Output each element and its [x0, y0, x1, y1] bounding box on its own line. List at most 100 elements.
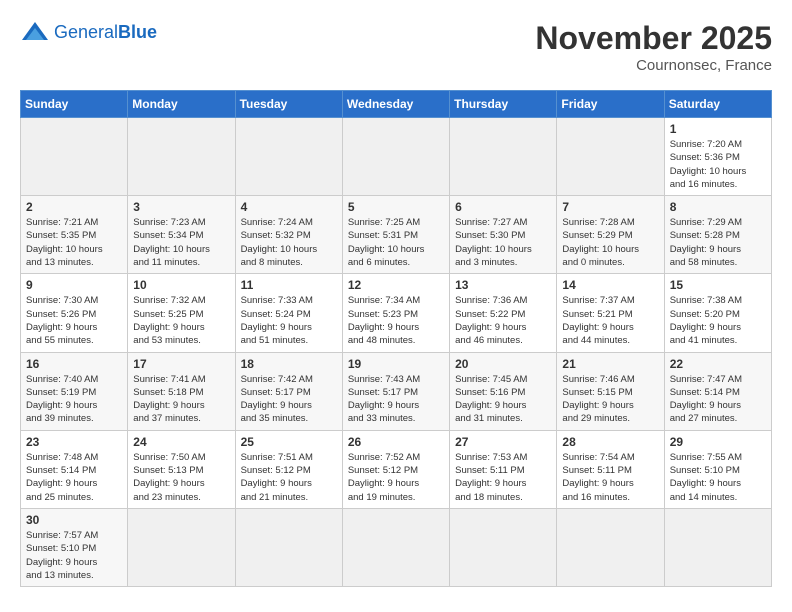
day-info: Sunrise: 7:41 AM Sunset: 5:18 PM Dayligh…: [133, 373, 229, 426]
day-number: 21: [562, 357, 658, 371]
day-number: 7: [562, 200, 658, 214]
logo: GeneralBlue: [20, 20, 157, 44]
day-number: 29: [670, 435, 766, 449]
calendar-week-row: 1 Sunrise: 7:20 AM Sunset: 5:36 PM Daylig…: [21, 118, 772, 196]
calendar-day-cell: 14Sunrise: 7:37 AM Sunset: 5:21 PM Dayli…: [557, 274, 664, 352]
calendar-day-cell: 1 Sunrise: 7:20 AM Sunset: 5:36 PM Daylig…: [664, 118, 771, 196]
calendar-day-cell: [342, 508, 449, 586]
day-info: Sunrise: 7:53 AM Sunset: 5:11 PM Dayligh…: [455, 451, 551, 504]
calendar-day-cell: [450, 508, 557, 586]
day-of-week-header: Tuesday: [235, 91, 342, 118]
calendar-day-cell: 17 Sunrise: 7:41 AM Sunset: 5:18 PM Dayli…: [128, 352, 235, 430]
day-info: Sunrise: 7:54 AM Sunset: 5:11 PM Dayligh…: [562, 451, 658, 504]
day-info: Sunrise: 7:43 AM Sunset: 5:17 PM Dayligh…: [348, 373, 444, 426]
day-info: Sunrise: 7:37 AM Sunset: 5:21 PM Dayligh…: [562, 294, 658, 347]
calendar-day-cell: 23 Sunrise: 7:48 AM Sunset: 5:14 PM Dayli…: [21, 430, 128, 508]
day-info: Sunrise: 7:50 AM Sunset: 5:13 PM Dayligh…: [133, 451, 229, 504]
day-info: Sunrise: 7:36 AM Sunset: 5:22 PM Dayligh…: [455, 294, 551, 347]
day-number: 11: [241, 278, 337, 292]
day-info: Sunrise: 7:20 AM Sunset: 5:36 PM Dayligh…: [670, 138, 766, 191]
day-info: Sunrise: 7:21 AM Sunset: 5:35 PM Dayligh…: [26, 216, 122, 269]
calendar-day-cell: 20Sunrise: 7:45 AM Sunset: 5:16 PM Dayli…: [450, 352, 557, 430]
calendar-day-cell: 21 Sunrise: 7:46 AM Sunset: 5:15 PM Dayli…: [557, 352, 664, 430]
title-block: November 2025 Cournonsec, France: [535, 20, 772, 74]
day-of-week-header: Saturday: [664, 91, 771, 118]
calendar-day-cell: 18Sunrise: 7:42 AM Sunset: 5:17 PM Dayli…: [235, 352, 342, 430]
calendar-day-cell: 26 Sunrise: 7:52 AM Sunset: 5:12 PM Dayli…: [342, 430, 449, 508]
calendar-day-cell: 16 Sunrise: 7:40 AM Sunset: 5:19 PM Dayli…: [21, 352, 128, 430]
day-number: 17: [133, 357, 229, 371]
calendar-week-row: 2 Sunrise: 7:21 AM Sunset: 5:35 PM Daylig…: [21, 196, 772, 274]
day-number: 20: [455, 357, 551, 371]
day-info: Sunrise: 7:48 AM Sunset: 5:14 PM Dayligh…: [26, 451, 122, 504]
day-number: 27: [455, 435, 551, 449]
day-number: 12: [348, 278, 444, 292]
calendar-week-row: 23 Sunrise: 7:48 AM Sunset: 5:14 PM Dayli…: [21, 430, 772, 508]
page-header: GeneralBlue November 2025 Cournonsec, Fr…: [20, 20, 772, 74]
calendar-day-cell: 28 Sunrise: 7:54 AM Sunset: 5:11 PM Dayli…: [557, 430, 664, 508]
day-info: Sunrise: 7:25 AM Sunset: 5:31 PM Dayligh…: [348, 216, 444, 269]
day-number: 3: [133, 200, 229, 214]
calendar-day-cell: 19 Sunrise: 7:43 AM Sunset: 5:17 PM Dayli…: [342, 352, 449, 430]
calendar-day-cell: [557, 118, 664, 196]
day-number: 30: [26, 513, 122, 527]
day-info: Sunrise: 7:29 AM Sunset: 5:28 PM Dayligh…: [670, 216, 766, 269]
location: Cournonsec, France: [535, 57, 772, 74]
calendar-day-cell: 30 Sunrise: 7:57 AM Sunset: 5:10 PM Dayli…: [21, 508, 128, 586]
calendar-day-cell: [128, 118, 235, 196]
day-number: 1: [670, 122, 766, 136]
day-number: 10: [133, 278, 229, 292]
day-info: Sunrise: 7:47 AM Sunset: 5:14 PM Dayligh…: [670, 373, 766, 426]
day-number: 26: [348, 435, 444, 449]
day-info: Sunrise: 7:57 AM Sunset: 5:10 PM Dayligh…: [26, 529, 122, 582]
calendar-day-cell: [128, 508, 235, 586]
day-number: 23: [26, 435, 122, 449]
calendar-day-cell: [235, 508, 342, 586]
day-info: Sunrise: 7:52 AM Sunset: 5:12 PM Dayligh…: [348, 451, 444, 504]
calendar-day-cell: 12 Sunrise: 7:34 AM Sunset: 5:23 PM Dayli…: [342, 274, 449, 352]
day-info: Sunrise: 7:33 AM Sunset: 5:24 PM Dayligh…: [241, 294, 337, 347]
day-info: Sunrise: 7:55 AM Sunset: 5:10 PM Dayligh…: [670, 451, 766, 504]
day-info: Sunrise: 7:40 AM Sunset: 5:19 PM Dayligh…: [26, 373, 122, 426]
day-info: Sunrise: 7:27 AM Sunset: 5:30 PM Dayligh…: [455, 216, 551, 269]
calendar-day-cell: [450, 118, 557, 196]
calendar-day-cell: 25Sunrise: 7:51 AM Sunset: 5:12 PM Dayli…: [235, 430, 342, 508]
day-number: 22: [670, 357, 766, 371]
day-info: Sunrise: 7:38 AM Sunset: 5:20 PM Dayligh…: [670, 294, 766, 347]
calendar-day-cell: [21, 118, 128, 196]
calendar-day-cell: 29 Sunrise: 7:55 AM Sunset: 5:10 PM Dayli…: [664, 430, 771, 508]
month-title: November 2025: [535, 20, 772, 57]
logo-icon: [20, 20, 50, 44]
calendar-week-row: 30 Sunrise: 7:57 AM Sunset: 5:10 PM Dayli…: [21, 508, 772, 586]
calendar-day-cell: 10 Sunrise: 7:32 AM Sunset: 5:25 PM Dayli…: [128, 274, 235, 352]
calendar-day-cell: 3 Sunrise: 7:23 AM Sunset: 5:34 PM Daylig…: [128, 196, 235, 274]
day-number: 8: [670, 200, 766, 214]
day-of-week-header: Monday: [128, 91, 235, 118]
day-info: Sunrise: 7:46 AM Sunset: 5:15 PM Dayligh…: [562, 373, 658, 426]
calendar-day-cell: [235, 118, 342, 196]
calendar-week-row: 16 Sunrise: 7:40 AM Sunset: 5:19 PM Dayli…: [21, 352, 772, 430]
day-number: 2: [26, 200, 122, 214]
day-info: Sunrise: 7:23 AM Sunset: 5:34 PM Dayligh…: [133, 216, 229, 269]
day-number: 16: [26, 357, 122, 371]
day-number: 18: [241, 357, 337, 371]
day-of-week-header: Thursday: [450, 91, 557, 118]
day-of-week-header: Friday: [557, 91, 664, 118]
calendar-day-cell: 2 Sunrise: 7:21 AM Sunset: 5:35 PM Daylig…: [21, 196, 128, 274]
day-number: 28: [562, 435, 658, 449]
calendar-day-cell: 5Sunrise: 7:25 AM Sunset: 5:31 PM Daylig…: [342, 196, 449, 274]
day-number: 19: [348, 357, 444, 371]
logo-text: GeneralBlue: [54, 22, 157, 42]
calendar-day-cell: 15Sunrise: 7:38 AM Sunset: 5:20 PM Dayli…: [664, 274, 771, 352]
day-number: 13: [455, 278, 551, 292]
calendar-day-cell: 24Sunrise: 7:50 AM Sunset: 5:13 PM Dayli…: [128, 430, 235, 508]
day-info: Sunrise: 7:30 AM Sunset: 5:26 PM Dayligh…: [26, 294, 122, 347]
calendar-day-cell: 22 Sunrise: 7:47 AM Sunset: 5:14 PM Dayli…: [664, 352, 771, 430]
day-info: Sunrise: 7:34 AM Sunset: 5:23 PM Dayligh…: [348, 294, 444, 347]
day-info: Sunrise: 7:32 AM Sunset: 5:25 PM Dayligh…: [133, 294, 229, 347]
calendar-day-cell: [557, 508, 664, 586]
calendar-day-cell: [342, 118, 449, 196]
calendar-week-row: 9Sunrise: 7:30 AM Sunset: 5:26 PM Daylig…: [21, 274, 772, 352]
calendar-day-cell: 8 Sunrise: 7:29 AM Sunset: 5:28 PM Daylig…: [664, 196, 771, 274]
day-info: Sunrise: 7:28 AM Sunset: 5:29 PM Dayligh…: [562, 216, 658, 269]
